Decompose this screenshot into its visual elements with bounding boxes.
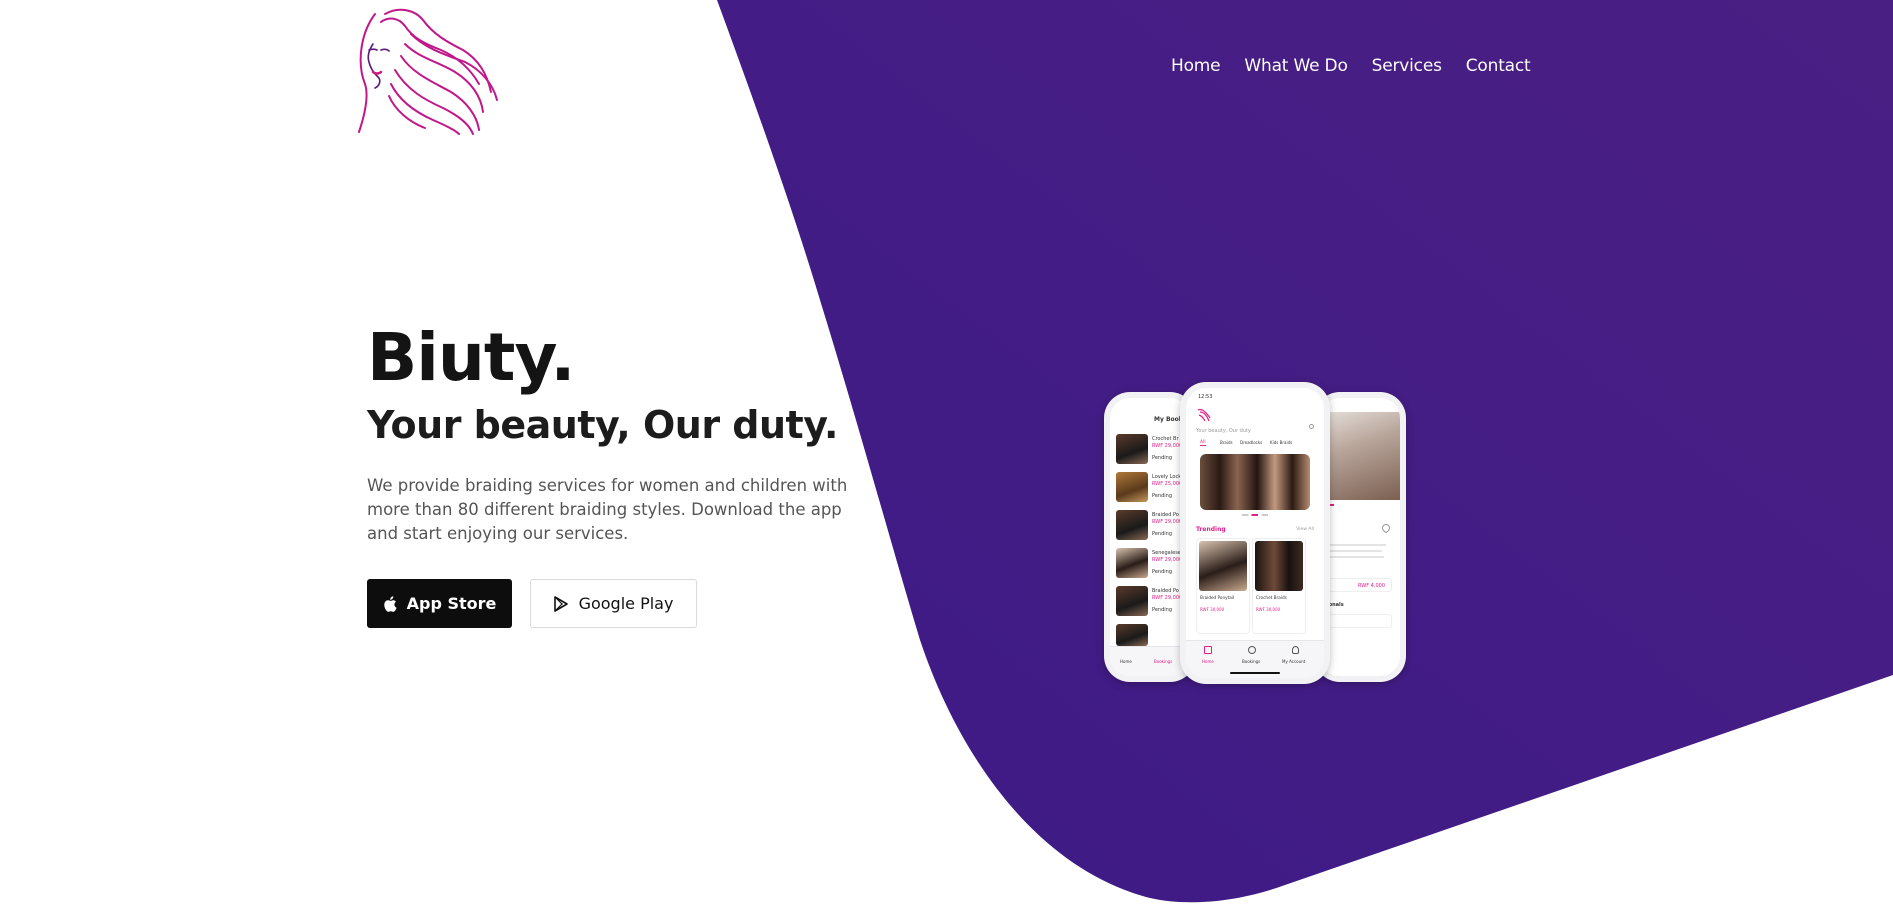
bottom-nav-account[interactable]: My Account xyxy=(1282,659,1305,664)
phone-home: 12:53 Your beauty, Our duty All Braids D… xyxy=(1180,382,1330,684)
trending-heading: Trending xyxy=(1196,526,1226,533)
booking-name: Senegalese xyxy=(1152,550,1181,556)
bottom-nav-home: Home xyxy=(1120,659,1132,664)
tab-kids-braids[interactable]: Kids Braids xyxy=(1270,440,1292,445)
booking-price: RWF 29,000 xyxy=(1152,443,1183,449)
brand-logo[interactable] xyxy=(355,4,501,136)
booking-name: Crochet Br xyxy=(1152,436,1179,442)
tab-braids[interactable]: Braids xyxy=(1220,440,1233,445)
app-store-button[interactable]: App Store xyxy=(367,579,512,628)
hero-tagline: Your beauty, Our duty. xyxy=(367,403,838,447)
account-icon[interactable] xyxy=(1292,646,1299,654)
booking-status: Pending xyxy=(1152,493,1172,499)
main-nav: Home What We Do Services Contact xyxy=(1171,56,1531,76)
booking-status: Pending xyxy=(1152,531,1172,537)
card-name: Braided Ponytail xyxy=(1200,595,1235,600)
trending-card[interactable]: Braided Ponytail RWF 30,000 xyxy=(1196,538,1250,634)
card-price: RWF 30,000 xyxy=(1200,607,1225,612)
card-name: Crochet Braids xyxy=(1256,595,1287,600)
nav-what-we-do[interactable]: What We Do xyxy=(1244,56,1347,76)
booking-price: RWF 29,000 xyxy=(1152,519,1183,525)
bookings-icon[interactable] xyxy=(1248,646,1256,654)
booking-status: Pending xyxy=(1152,569,1172,575)
app-subtitle: Your beauty, Our duty xyxy=(1196,428,1251,434)
hero-description: We provide braiding services for women a… xyxy=(367,476,848,543)
booking-status: Pending xyxy=(1152,607,1172,613)
tab-all[interactable]: All xyxy=(1200,440,1206,446)
banner-image[interactable] xyxy=(1200,454,1310,510)
card-price: RWF 30,000 xyxy=(1256,607,1281,612)
booking-price: RWF 29,000 xyxy=(1152,557,1183,563)
hero-section: Biuty. Your beauty, Our duty. We provide… xyxy=(367,322,887,546)
booking-price: RWF 29,000 xyxy=(1152,595,1183,601)
google-play-label: Google Play xyxy=(578,594,674,613)
booking-price: RWF 25,000 xyxy=(1152,481,1183,487)
nav-home[interactable]: Home xyxy=(1171,56,1221,76)
booking-name: Braided Po xyxy=(1152,588,1179,594)
booking-status: Pending xyxy=(1152,455,1172,461)
nav-contact[interactable]: Contact xyxy=(1466,56,1531,76)
app-store-label: App Store xyxy=(406,594,497,613)
apple-icon xyxy=(383,595,397,612)
bottom-nav-home[interactable]: Home xyxy=(1202,659,1214,664)
google-play-button[interactable]: Google Play xyxy=(530,579,697,628)
bookings-title: My Book xyxy=(1154,416,1183,423)
play-store-icon xyxy=(553,595,568,612)
bottom-nav-bookings[interactable]: Bookings xyxy=(1242,659,1260,664)
brand-title: Biuty. xyxy=(367,319,576,396)
home-icon[interactable] xyxy=(1204,646,1212,654)
booking-name: Lovely Lock xyxy=(1152,474,1182,480)
nav-services[interactable]: Services xyxy=(1372,56,1442,76)
trending-card[interactable]: Crochet Braids RWF 30,000 xyxy=(1252,538,1306,634)
heart-icon[interactable] xyxy=(1380,522,1392,534)
bottom-nav-bookings: Bookings xyxy=(1154,659,1173,664)
tab-dreadlocks[interactable]: Dreadlocks xyxy=(1240,440,1262,445)
app-mockup: My Book Crochet Br RWF 29,000 Pending Lo… xyxy=(1102,382,1408,684)
view-all-link[interactable]: View All xyxy=(1296,527,1314,532)
hero-background-shape xyxy=(717,0,1893,903)
status-time: 12:53 xyxy=(1198,394,1213,400)
booking-name: Braided Po xyxy=(1152,512,1179,518)
service-price: RWF 4,000 xyxy=(1358,583,1385,589)
download-buttons: App Store Google Play xyxy=(367,579,697,628)
app-logo-icon xyxy=(1197,408,1211,422)
search-icon[interactable] xyxy=(1309,424,1314,429)
